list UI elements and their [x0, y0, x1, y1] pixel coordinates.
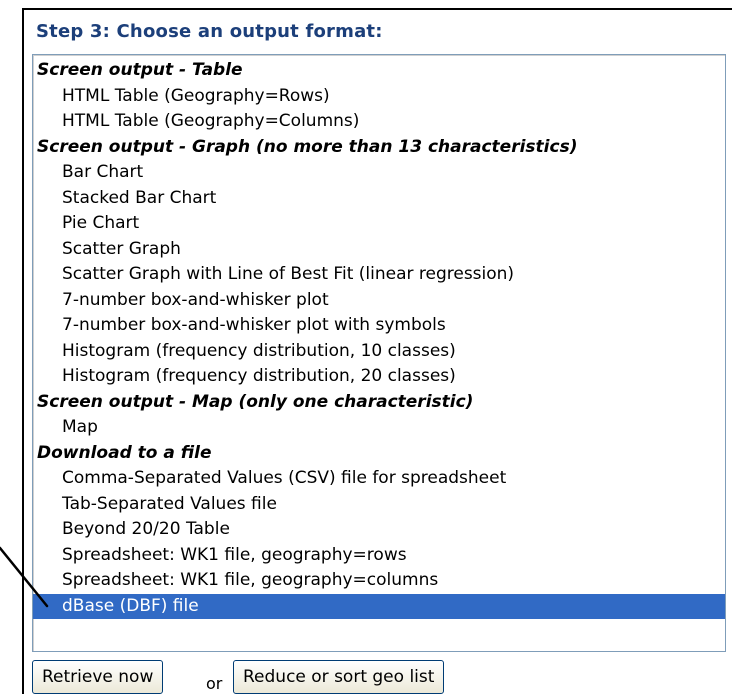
- option-tsv[interactable]: Tab-Separated Values file: [33, 492, 725, 518]
- option-wk1-columns[interactable]: Spreadsheet: WK1 file, geography=columns: [33, 568, 725, 594]
- retrieve-now-button[interactable]: Retrieve now: [32, 660, 164, 694]
- option-scatter-graph[interactable]: Scatter Graph: [33, 237, 725, 263]
- option-beyond-2020[interactable]: Beyond 20/20 Table: [33, 517, 725, 543]
- reduce-sort-geo-button[interactable]: Reduce or sort geo list: [233, 660, 445, 694]
- option-box-whisker-symbols[interactable]: 7-number box-and-whisker plot with symbo…: [33, 313, 725, 339]
- group-label-graph: Screen output - Graph (no more than 13 c…: [37, 136, 578, 157]
- option-histogram-10[interactable]: Histogram (frequency distribution, 10 cl…: [33, 339, 725, 365]
- option-stacked-bar-chart[interactable]: Stacked Bar Chart: [33, 186, 725, 212]
- option-pie-chart[interactable]: Pie Chart: [33, 211, 725, 237]
- group-label-table: Screen output - Table: [37, 60, 243, 80]
- step-title: Step 3: Choose an output format:: [36, 21, 383, 42]
- option-html-table-rows[interactable]: HTML Table (Geography=Rows): [33, 84, 725, 110]
- output-format-listbox[interactable]: Screen output - Table HTML Table (Geogra…: [32, 54, 726, 652]
- option-scatter-best-fit[interactable]: Scatter Graph with Line of Best Fit (lin…: [33, 262, 725, 288]
- or-text: or: [206, 674, 223, 693]
- group-label-download: Download to a file: [37, 442, 212, 463]
- group-label-map: Screen output - Map (only one characteri…: [37, 391, 474, 412]
- option-dbase[interactable]: dBase (DBF) file: [33, 593, 725, 619]
- option-wk1-rows[interactable]: Spreadsheet: WK1 file, geography=rows: [33, 543, 725, 569]
- output-format-panel: Step 3: Choose an output format: Screen …: [22, 8, 732, 694]
- option-box-whisker[interactable]: 7-number box-and-whisker plot: [33, 288, 725, 314]
- option-bar-chart[interactable]: Bar Chart: [33, 160, 725, 186]
- option-csv[interactable]: Comma-Separated Values (CSV) file for sp…: [33, 466, 725, 492]
- option-histogram-20[interactable]: Histogram (frequency distribution, 20 cl…: [33, 364, 725, 390]
- option-html-table-columns[interactable]: HTML Table (Geography=Columns): [33, 109, 725, 135]
- option-map[interactable]: Map: [33, 415, 725, 441]
